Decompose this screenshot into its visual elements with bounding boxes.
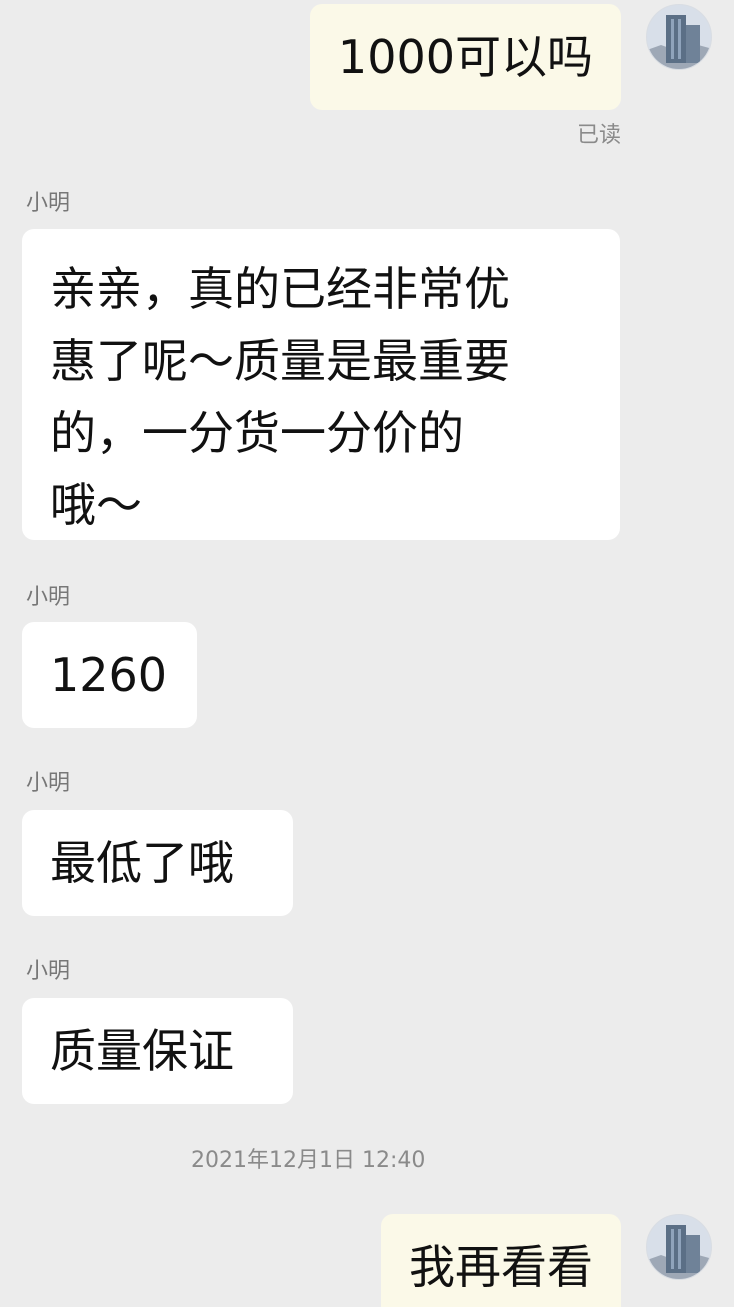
timestamp: 2021年12月1日 12:40 [191,1148,426,1173]
sender-name: 小明 [26,585,71,610]
chat-window: 1000可以吗 已读 小明 亲亲，真的已经非常优 惠了呢～质量是最重要 的，一分… [0,0,734,1307]
message-text-line: 惠了呢～质量是最重要 [50,334,510,388]
message-bubble-outgoing[interactable]: 我再看看 [381,1214,621,1307]
message-text: 最低了哦 [50,836,234,890]
message-text: 质量保证 [50,1024,234,1078]
message-bubble-incoming[interactable]: 质量保证 [22,998,293,1104]
read-status: 已读 [576,123,621,148]
message-text-line: 亲亲，真的已经非常优 [50,262,510,316]
sender-name: 小明 [26,191,71,216]
message-text: 我再看看 [409,1240,593,1294]
avatar-icon[interactable] [646,4,712,70]
message-text: 1260 [50,648,168,702]
message-text: 1000可以吗 [337,30,593,84]
avatar-icon[interactable] [646,1214,712,1280]
message-bubble-incoming[interactable]: 1260 [22,622,197,728]
message-bubble-incoming[interactable]: 最低了哦 [22,810,293,916]
message-bubble-incoming[interactable]: 亲亲，真的已经非常优 惠了呢～质量是最重要 的，一分货一分价的 哦～ [22,229,620,540]
message-text-line: 的，一分货一分价的 [50,406,464,460]
sender-name: 小明 [26,771,71,796]
message-text-line: 哦～ [50,478,142,532]
sender-name: 小明 [26,959,71,984]
message-bubble-outgoing[interactable]: 1000可以吗 [309,4,621,110]
